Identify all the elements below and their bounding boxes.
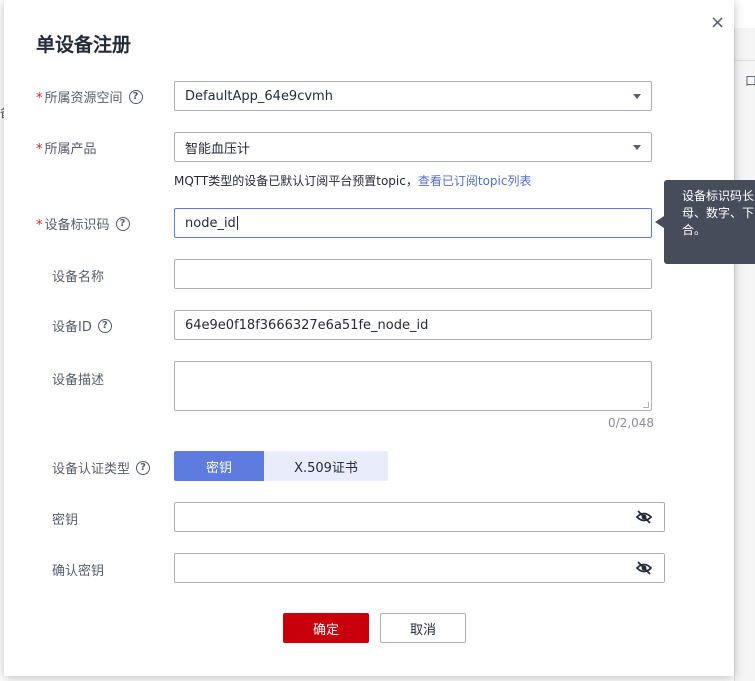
resize-handle-icon[interactable]	[643, 402, 649, 408]
text-cursor	[236, 216, 238, 230]
secret-label-row: 密钥	[52, 509, 78, 528]
question-circle-icon[interactable]: ?	[97, 318, 112, 333]
chevron-down-icon	[633, 145, 641, 150]
background-partial-text: 口	[745, 74, 755, 88]
background-right-panel	[734, 28, 755, 681]
eye-hidden-icon[interactable]	[636, 561, 652, 575]
space-label: 所属资源空间	[44, 91, 123, 106]
chevron-down-icon	[633, 94, 641, 99]
node-id-label-row: * 设备标识码 ?	[36, 214, 130, 233]
auth-type-x509-option[interactable]: X.509证书	[264, 451, 388, 481]
description-label: 设备描述	[52, 373, 105, 388]
confirm-button[interactable]: 确定	[283, 613, 369, 643]
auth-type-label-row: 设备认证类型 ?	[52, 458, 151, 477]
auth-type-secret-option[interactable]: 密钥	[174, 451, 264, 481]
product-label: 所属产品	[44, 142, 97, 157]
confirm-secret-label-row: 确认密钥	[52, 560, 104, 579]
required-asterisk: *	[36, 91, 43, 106]
device-name-label-row: 设备名称	[52, 266, 104, 285]
tooltip-line: 母、数字、下	[682, 206, 755, 220]
node-id-label: 设备标识码	[44, 218, 110, 233]
description-textarea[interactable]	[174, 361, 652, 411]
topic-hint-text: MQTT类型的设备已默认订阅平台预置topic，	[174, 174, 418, 188]
node-id-tooltip: 设备标识码长 母、数字、下 合。	[664, 180, 755, 264]
tooltip-arrow	[655, 216, 664, 228]
description-counter: 0/2,048	[608, 416, 655, 430]
node-id-value: node_id	[185, 215, 236, 231]
product-select[interactable]: 智能血压计	[174, 132, 652, 162]
confirm-secret-input[interactable]	[174, 553, 665, 583]
cancel-button[interactable]: 取消	[380, 613, 466, 643]
space-label-row: * 所属资源空间 ?	[36, 87, 143, 106]
tooltip-line: 设备标识码长	[682, 189, 755, 203]
required-asterisk: *	[36, 218, 43, 233]
background-divider	[734, 60, 755, 61]
required-asterisk: *	[36, 142, 43, 157]
product-value: 智能血压计	[185, 141, 251, 157]
description-label-row: 设备描述	[52, 369, 104, 388]
device-name-input[interactable]	[174, 259, 652, 289]
secret-input[interactable]	[174, 502, 665, 532]
node-id-input[interactable]: node_id	[174, 208, 652, 238]
auth-type-label: 设备认证类型	[52, 462, 131, 477]
confirm-secret-label: 确认密钥	[52, 564, 105, 579]
secret-label: 密钥	[52, 513, 79, 528]
question-circle-icon[interactable]: ?	[128, 89, 143, 104]
device-id-label-row: 设备ID ?	[52, 316, 112, 335]
dialog-title: 单设备注册	[36, 34, 132, 56]
register-device-dialog: 单设备注册 × * 所属资源空间 ? DefaultApp_64e9cvmh * 所…	[4, 0, 734, 676]
space-select[interactable]: DefaultApp_64e9cvmh	[174, 81, 652, 111]
eye-hidden-icon[interactable]	[636, 510, 652, 524]
question-circle-icon[interactable]: ?	[115, 216, 130, 231]
topic-hint: MQTT类型的设备已默认订阅平台预置topic，查看已订阅topic列表	[174, 172, 531, 189]
tooltip-line: 合。	[682, 223, 707, 237]
topic-list-link[interactable]: 查看已订阅topic列表	[418, 174, 532, 188]
question-circle-icon[interactable]: ?	[136, 460, 151, 475]
product-label-row: * 所属产品	[36, 138, 97, 157]
device-id-label: 设备ID	[52, 320, 92, 335]
device-name-label: 设备名称	[52, 270, 105, 285]
device-id-input[interactable]: 64e9e0f18f3666327e6a51fe_node_id	[174, 310, 652, 340]
device-id-value: 64e9e0f18f3666327e6a51fe_node_id	[185, 317, 429, 333]
close-icon[interactable]: ×	[710, 14, 725, 32]
space-value: DefaultApp_64e9cvmh	[185, 88, 333, 104]
